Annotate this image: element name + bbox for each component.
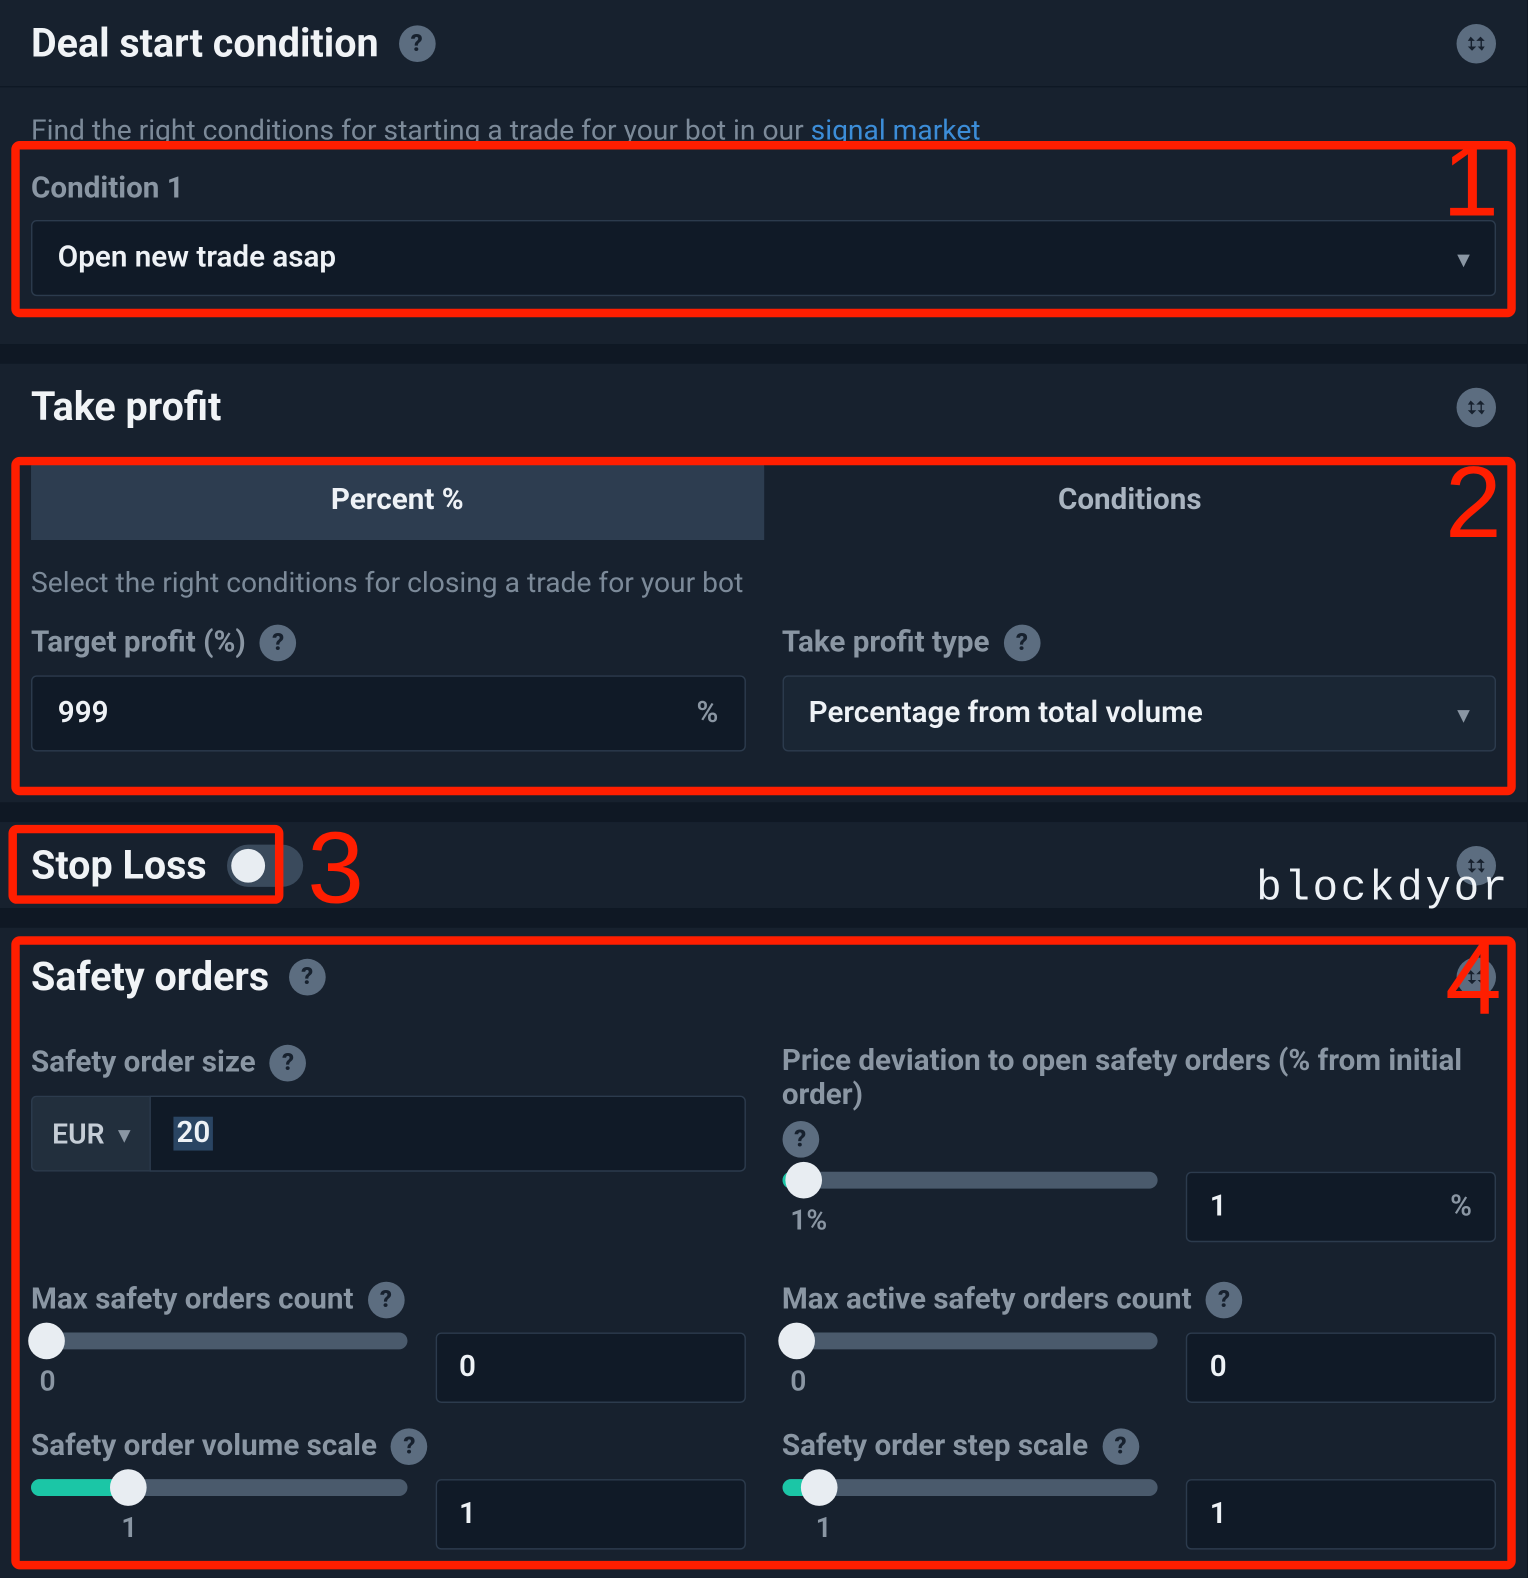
safety-order-volume-scale-slider[interactable] <box>31 1479 407 1496</box>
max-active-safety-orders-slider[interactable] <box>782 1332 1158 1349</box>
safety-orders-header: Safety orders ? <box>0 928 1527 1020</box>
safety-order-step-scale-label: Safety order step scale ? <box>782 1428 1496 1465</box>
safety-order-step-scale-input[interactable]: 1 <box>1186 1479 1496 1550</box>
price-deviation-slider[interactable] <box>782 1172 1158 1189</box>
take-profit-type-value: Percentage from total volume <box>809 697 1203 731</box>
stop-loss-section: Stop Loss 3 blockdyor <box>0 822 1527 908</box>
target-profit-label: Target profit (%) ? <box>31 625 745 662</box>
take-profit-section: Take profit Percent % Conditions Select … <box>0 364 1527 803</box>
help-icon[interactable]: ? <box>398 25 435 62</box>
condition-label: Condition 1 <box>31 172 1496 206</box>
reorder-icon[interactable] <box>1457 387 1496 426</box>
signal-market-link[interactable]: signal market <box>811 113 981 147</box>
max-safety-orders-count-label: Max safety orders count ? <box>31 1282 745 1319</box>
tab-conditions[interactable]: Conditions <box>764 461 1496 540</box>
percent-suffix: % <box>697 697 719 731</box>
help-icon[interactable]: ? <box>368 1282 405 1319</box>
help-icon[interactable]: ? <box>1004 625 1041 662</box>
max-active-safety-orders-label: Max active safety orders count ? <box>782 1282 1496 1319</box>
max-active-safety-orders-input[interactable]: 0 <box>1186 1332 1496 1403</box>
safety-order-volume-scale-slider-value: 1 <box>31 1510 407 1544</box>
annotation-4: 4 <box>1445 922 1501 1038</box>
stop-loss-toggle[interactable] <box>226 844 302 886</box>
safety-orders-section: Safety orders ? Safety order size ? EUR … <box>0 928 1527 1578</box>
chevron-down-icon: ▾ <box>1458 700 1469 727</box>
help-icon[interactable]: ? <box>289 958 326 995</box>
condition-select[interactable]: Open new trade asap ▾ <box>31 220 1496 296</box>
hint-text: Find the right conditions for starting a… <box>31 113 811 147</box>
help-icon[interactable]: ? <box>270 1045 307 1082</box>
stop-loss-title: Stop Loss <box>31 842 207 889</box>
help-icon[interactable]: ? <box>1102 1428 1139 1465</box>
watermark: blockdyor <box>1256 866 1510 914</box>
take-profit-tabs: Percent % Conditions <box>0 461 1527 540</box>
take-profit-title: Take profit <box>31 384 221 431</box>
safety-order-step-scale-slider-value: 1 <box>782 1510 1158 1544</box>
safety-order-size-input[interactable]: EUR ▾ 20 <box>31 1096 745 1172</box>
safety-order-step-scale-slider[interactable] <box>782 1479 1158 1496</box>
max-safety-orders-count-input[interactable]: 0 <box>435 1332 745 1403</box>
annotation-1: 1 <box>1442 124 1498 240</box>
help-icon[interactable]: ? <box>782 1121 819 1158</box>
deal-start-hint: Find the right conditions for starting a… <box>0 113 1527 172</box>
annotation-3: 3 <box>307 811 363 927</box>
chevron-down-icon: ▾ <box>119 1120 130 1147</box>
take-profit-type-label: Take profit type ? <box>782 625 1496 662</box>
safety-orders-title: Safety orders <box>31 953 269 1000</box>
deal-start-section: Deal start condition ? Find the right co… <box>0 0 1527 344</box>
help-icon[interactable]: ? <box>1206 1282 1243 1319</box>
take-profit-header: Take profit <box>0 364 1527 450</box>
deal-start-title: Deal start condition <box>31 20 379 67</box>
help-icon[interactable]: ? <box>260 625 297 662</box>
max-active-safety-orders-slider-value: 0 <box>782 1363 1158 1397</box>
price-deviation-slider-value: 1% <box>782 1203 1158 1237</box>
safety-order-volume-scale-label: Safety order volume scale ? <box>31 1428 745 1465</box>
deal-start-header: Deal start condition ? <box>0 0 1527 86</box>
price-deviation-label: Price deviation to open safety orders (%… <box>782 1045 1496 1113</box>
price-deviation-input[interactable]: 1 % <box>1186 1172 1496 1243</box>
tab-percent[interactable]: Percent % <box>31 461 763 540</box>
annotation-2: 2 <box>1445 446 1501 562</box>
chevron-down-icon: ▾ <box>1458 245 1469 272</box>
currency-select[interactable]: EUR ▾ <box>31 1096 150 1172</box>
help-icon[interactable]: ? <box>391 1428 428 1465</box>
safety-order-size-value: 20 <box>174 1117 213 1151</box>
max-safety-orders-count-slider-value: 0 <box>31 1363 407 1397</box>
take-profit-type-select[interactable]: Percentage from total volume ▾ <box>782 675 1496 751</box>
take-profit-hint: Select the right conditions for closing … <box>0 540 1527 625</box>
condition-value: Open new trade asap <box>58 241 336 275</box>
safety-order-size-value-input[interactable]: 20 <box>150 1096 746 1172</box>
target-profit-input[interactable]: 999 % <box>31 675 745 751</box>
reorder-icon[interactable] <box>1457 23 1496 62</box>
safety-order-size-label: Safety order size ? <box>31 1045 745 1082</box>
max-safety-orders-count-slider[interactable] <box>31 1332 407 1349</box>
safety-order-volume-scale-input[interactable]: 1 <box>435 1479 745 1550</box>
target-profit-value: 999 <box>58 697 109 731</box>
